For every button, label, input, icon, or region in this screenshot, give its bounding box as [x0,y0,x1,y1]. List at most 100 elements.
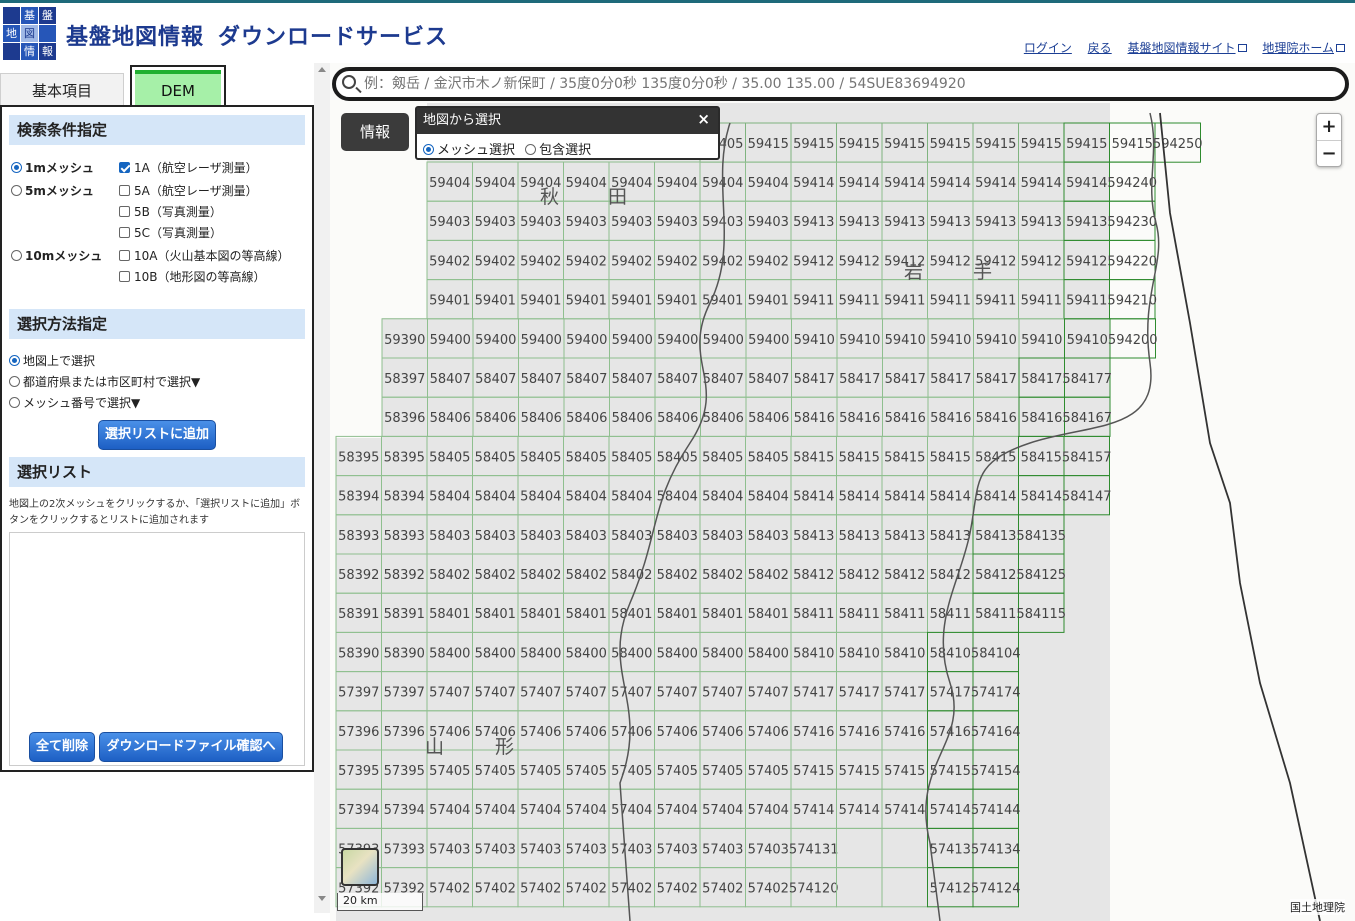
back-link[interactable]: 戻る [1088,41,1112,55]
mesh-code: 57403 [520,842,561,857]
opt-1a-checkbox[interactable]: 1A（航空レーザ測量） [119,159,258,176]
scroll-up-icon[interactable] [318,67,326,72]
mesh-code: 57403 [702,842,743,857]
mesh-code: 58406 [521,411,562,426]
mesh-code: 57413 [930,842,971,857]
mesh-code: 58400 [748,646,789,661]
mesh-10m-radio[interactable]: 10mメッシュ [11,247,102,264]
kiban-site-link[interactable]: 基盤地図情報サイト [1128,41,1247,55]
mesh-code: 584135 [1016,529,1066,544]
mesh-code: 58417 [930,372,971,387]
search-input[interactable] [364,73,1324,95]
checkbox-icon [119,162,130,173]
mesh-code: 59410 [1021,333,1062,348]
mesh-5m-radio[interactable]: 5mメッシュ [11,182,94,199]
select-on-map-radio[interactable]: 地図上で選択 [9,352,95,369]
mesh-code: 59410 [885,333,926,348]
selection-list-box[interactable] [9,532,305,766]
mesh-code: 58403 [520,529,561,544]
gsi-logo[interactable]: 基 盤 地 図 情 報 [3,7,57,61]
mesh-code: 594240 [1107,176,1157,191]
zoom-in-button[interactable]: + [1317,114,1341,140]
site-title-main: 基盤地図情報 [66,25,205,50]
mesh-select-radio[interactable]: メッシュ選択 [423,143,515,158]
checkbox-icon [119,250,130,261]
site-title[interactable]: 基盤地図情報 ダウンロードサービス [66,19,448,51]
mesh-code: 58416 [839,411,880,426]
info-button[interactable]: 情報 [341,113,409,151]
mesh-1m-radio[interactable]: 1mメッシュ [11,159,94,176]
select-by-pref-radio[interactable]: 都道府県または市区町村で選択▼ [9,373,200,390]
mesh-code: 57402 [429,882,470,897]
opt-1a-label: 1A（航空レーザ測量） [134,161,258,175]
gsi-home-link[interactable]: 地理院ホーム [1262,41,1345,55]
mesh-code: 574134 [971,842,1021,857]
mesh-code: 57397 [338,686,379,701]
map-canvas[interactable]: 59405 59415 59415 59415 59415 59415 59415 59415… [330,63,1355,921]
mesh-code: 58413 [884,529,925,544]
confirm-download-button[interactable]: ダウンロードファイル確認へ [99,732,283,762]
mesh-code: 574124 [971,882,1021,897]
radio-icon [11,162,22,173]
mesh-code: 58415 [884,450,925,465]
panel-scrollbar[interactable] [314,63,330,913]
radio-icon [9,376,20,387]
select-by-mesh-radio[interactable]: メッシュ番号で選択▼ [9,394,140,411]
search-icon[interactable] [342,75,356,89]
mesh-code: 58416 [794,411,835,426]
basemap-switch-thumbnail[interactable] [341,848,379,886]
delete-all-button[interactable]: 全て削除 [29,732,95,762]
mesh-code: 57417 [884,686,925,701]
mesh-code: 58402 [657,568,698,583]
mesh-code: 59401 [657,294,698,309]
external-link-icon [1237,44,1247,52]
mesh-code: 58402 [748,568,789,583]
add-to-list-button[interactable]: 選択リストに追加 [98,420,216,450]
opt-10a-checkbox[interactable]: 10A（火山基本図の等高線） [119,247,289,264]
opt-5b-checkbox[interactable]: 5B（写真測量） [119,203,222,220]
mesh-code: 58402 [702,568,743,583]
mesh-1m-label: 1mメッシュ [25,161,94,175]
mesh-code: 58401 [566,607,607,622]
mesh-code: 59413 [884,215,925,230]
opt-5b-label: 5B（写真測量） [134,205,222,219]
mesh-code: 58403 [429,529,470,544]
mesh-code: 59410 [1067,333,1108,348]
mesh-code: 59401 [748,294,789,309]
mesh-code: 594200 [1108,333,1158,348]
mesh-code: 57393 [384,842,425,857]
opt-5a-checkbox[interactable]: 5A（航空レーザ測量） [119,182,258,199]
mesh-code: 58397 [384,372,425,387]
mesh-code: 57406 [520,725,561,740]
opt-10b-checkbox[interactable]: 10B（地形図の等高線） [119,268,266,285]
login-link[interactable]: ログイン [1024,41,1072,55]
mesh-code: 584157 [1062,450,1112,465]
mesh-code: 59403 [657,215,698,230]
opt-5c-checkbox[interactable]: 5C（写真測量） [119,224,222,241]
mesh-code: 59415 [1112,137,1153,152]
mesh-code: 59415 [930,137,971,152]
mesh-code: 58400 [429,646,470,661]
mesh-code: 58404 [520,490,561,505]
mesh-code: 57415 [793,764,834,779]
mesh-code: 59403 [566,215,607,230]
mesh-code: 57414 [839,803,880,818]
mesh-grid[interactable]: 59405 59415 59415 59415 59415 59415 59415 59415… [330,63,1355,921]
selection-method-heading: 選択方法指定 [9,309,305,339]
tab-basic[interactable]: 基本項目 [0,73,124,107]
contain-select-radio[interactable]: 包含選択 [525,143,591,158]
mesh-code: 58407 [657,372,698,387]
select-on-map-label: 地図上で選択 [23,354,96,368]
logo-cell: 報 [39,43,56,60]
radio-icon [525,144,537,155]
mesh-code: 59411 [1066,294,1107,309]
mesh-code: 59413 [1066,215,1107,230]
mesh-code: 58390 [384,646,425,661]
zoom-out-button[interactable]: − [1317,141,1341,167]
kiban-site-label: 基盤地図情報サイト [1127,41,1236,55]
tab-dem[interactable]: DEM [130,65,226,107]
close-icon[interactable]: × [697,110,710,128]
scroll-down-icon[interactable] [318,896,326,901]
mesh-code: 57403 [748,842,789,857]
mesh-code: 57404 [702,803,743,818]
